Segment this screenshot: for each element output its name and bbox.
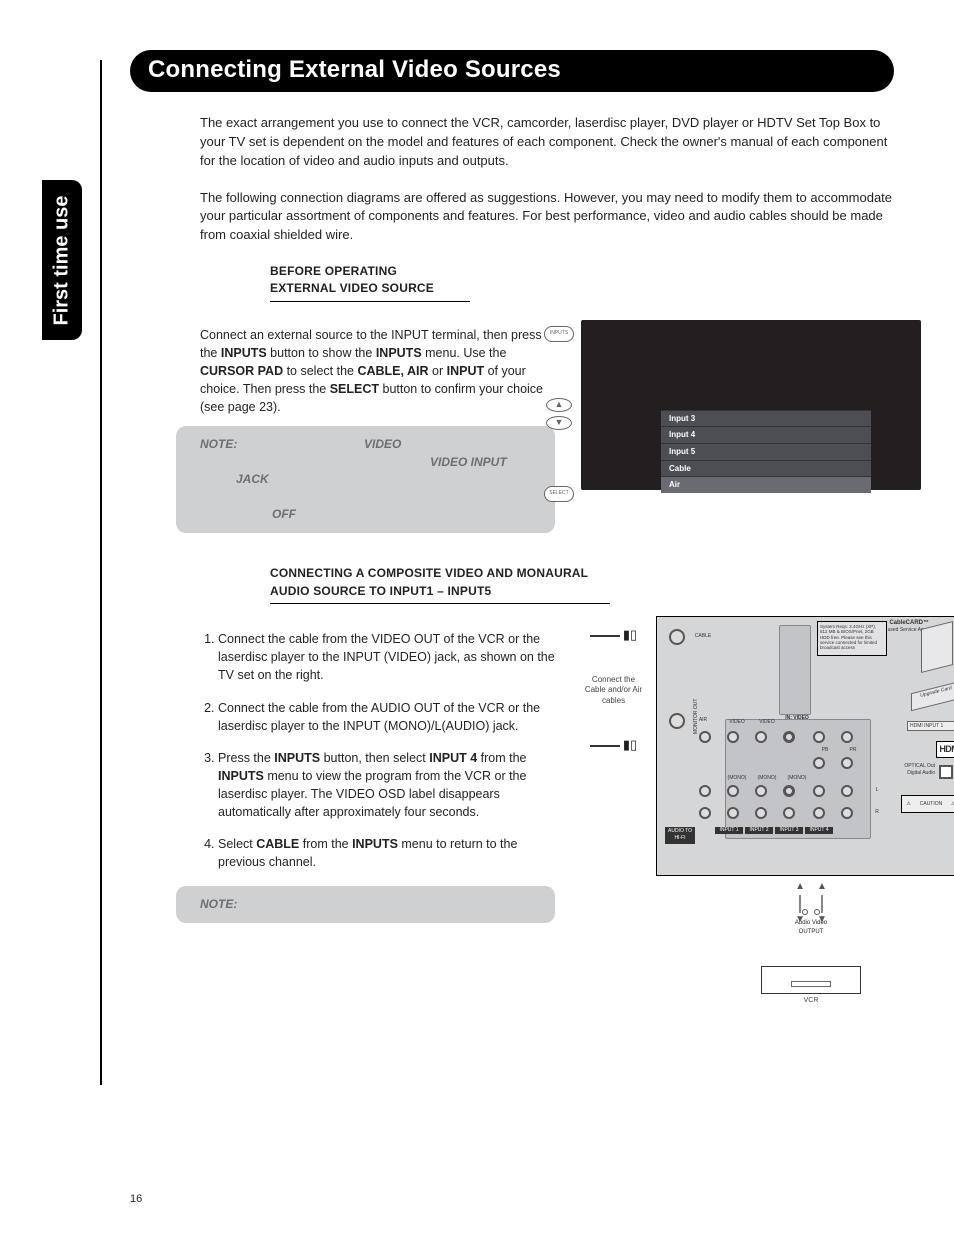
osd-row-input5: Input 5 bbox=[661, 443, 871, 460]
air-jack bbox=[669, 713, 685, 729]
osd-row-input3: Input 3 bbox=[661, 410, 871, 427]
remote-buttons: INPUTS ▲ ▼ SELECT bbox=[539, 326, 579, 502]
step-4: Select CABLE from the INPUTS menu to ret… bbox=[218, 835, 555, 871]
optical-port-icon bbox=[939, 765, 953, 779]
steps-list: Connect the cable from the VIDEO OUT of … bbox=[200, 630, 555, 871]
tv-osd-screen: Input 3 Input 4 Input 5 Cable Air ♦ Move… bbox=[581, 320, 921, 490]
vcr-label: VCR bbox=[656, 996, 954, 1006]
step-3: Press the INPUTS button, then select INP… bbox=[218, 749, 555, 822]
monitor-video-jack bbox=[699, 731, 711, 743]
inputs-remote-button[interactable]: INPUTS bbox=[544, 326, 574, 342]
vcr-av-output-label: Audio Video OUTPUT bbox=[656, 909, 954, 936]
card-slot-icon bbox=[921, 621, 953, 673]
step-2: Connect the cable from the AUDIO OUT of … bbox=[218, 699, 555, 735]
down-arrow-button[interactable]: ▼ bbox=[546, 416, 572, 430]
steps-column: Connect the cable from the VIDEO OUT of … bbox=[200, 616, 555, 1006]
section-composite: Connect the cable from the VIDEO OUT of … bbox=[200, 616, 894, 1006]
rear-panel-diagram: ▮▯ Connect the Cable and/or Air cables ▮… bbox=[581, 616, 954, 1006]
section-tab-label: First time use bbox=[51, 195, 74, 325]
note-box-2: NOTE: bbox=[176, 886, 555, 923]
intro-paragraph-2: The following connection diagrams are of… bbox=[200, 189, 894, 246]
select-remote-button[interactable]: SELECT bbox=[544, 486, 574, 502]
manual-page: First time use Connecting External Video… bbox=[0, 0, 954, 1235]
osd-column: INPUTS ▲ ▼ SELECT Input 3 Input 4 Input … bbox=[581, 314, 921, 548]
margin-rule bbox=[100, 60, 102, 1085]
coax-plug-icon: ▮▯ bbox=[623, 736, 637, 755]
heading-before-operating: BEFORE OPERATING EXTERNAL VIDEO SOURCE bbox=[270, 263, 470, 302]
osd-row-cable: Cable bbox=[661, 460, 871, 477]
section-tab: First time use bbox=[42, 180, 82, 340]
cable-jack bbox=[669, 629, 685, 645]
coax-plug-icon: ▮▯ bbox=[623, 626, 637, 645]
note-box-1: NOTE: VIDEO VIDEO INPUT JACK OFF bbox=[176, 426, 555, 533]
rca-jack-icon bbox=[814, 909, 820, 915]
page-title: Connecting External Video Sources bbox=[148, 56, 561, 83]
upgrade-card-slot: Upgrade Card bbox=[911, 681, 954, 711]
vcr-device-icon bbox=[761, 966, 861, 994]
panel-and-vcr: CableCARD™ This slot used Service Apps S… bbox=[656, 616, 954, 1006]
operating-instruction: Connect an external source to the INPUT … bbox=[200, 326, 555, 417]
content-area: The exact arrangement you use to connect… bbox=[130, 114, 894, 1006]
caution-label: ⚠ CAUTION ⚠ bbox=[901, 795, 954, 813]
osd-row-input4: Input 4 bbox=[661, 426, 871, 443]
hdmi-input-label: HDMI INPUT 1 bbox=[907, 721, 954, 731]
rca-jack-icon bbox=[802, 909, 808, 915]
page-title-bar: Connecting External Video Sources bbox=[130, 50, 894, 92]
osd-row-air: Air bbox=[661, 476, 871, 493]
osd-list: Input 3 Input 4 Input 5 Cable Air ♦ Move… bbox=[661, 410, 871, 509]
intro-paragraph-1: The exact arrangement you use to connect… bbox=[200, 114, 894, 171]
heading-composite: CONNECTING A COMPOSITE VIDEO AND MONAURA… bbox=[270, 565, 610, 604]
hdmi-logo: HDMI bbox=[936, 741, 954, 758]
up-arrow-button[interactable]: ▲ bbox=[546, 398, 572, 412]
left-column: Connect an external source to the INPUT … bbox=[200, 314, 555, 548]
osd-footer: ♦ Move SEL Select bbox=[661, 493, 871, 509]
tv-rear-panel: CableCARD™ This slot used Service Apps S… bbox=[656, 616, 954, 876]
coax-hint-label: Connect the Cable and/or Air cables bbox=[581, 675, 646, 706]
step-1: Connect the cable from the VIDEO OUT of … bbox=[218, 630, 555, 684]
section-before-operating: Connect an external source to the INPUT … bbox=[200, 314, 894, 548]
page-number: 16 bbox=[130, 1193, 142, 1205]
cablecard-box: System Reqs: 2.4GHz (XP), 512 MB & BIOS/… bbox=[817, 621, 887, 656]
